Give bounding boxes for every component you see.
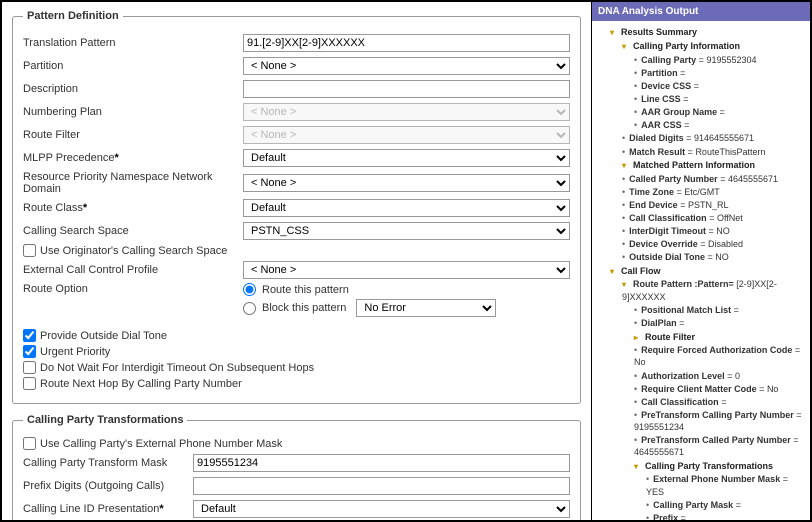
interdigit-timeout-kv: InterDigit Timeout = NO (622, 225, 804, 237)
route-filter-select[interactable]: < None > (243, 126, 570, 144)
route-next-hop-checkbox[interactable] (23, 377, 36, 390)
numbering-plan-label: Numbering Plan (23, 106, 243, 118)
route-option-label: Route Option (23, 283, 243, 295)
prefix-digits-label: Prefix Digits (Outgoing Calls) (23, 480, 193, 492)
block-this-pattern-label: Block this pattern (262, 302, 346, 314)
provide-outside-dial-tone-checkbox[interactable] (23, 329, 36, 342)
positional-match-kv: Positional Match List = (634, 304, 804, 316)
use-external-mask-checkbox[interactable] (23, 437, 36, 450)
external-phone-mask-kv: External Phone Number Mask = YES (646, 473, 804, 497)
device-override-kv: Device Override = Disabled (622, 238, 804, 250)
partition-select[interactable]: < None > (243, 57, 570, 75)
dialed-digits-kv: Dialed Digits = 914645555671 (622, 132, 804, 144)
dialplan-kv: DialPlan = (634, 317, 804, 329)
aar-css-kv: AAR CSS = (634, 119, 804, 131)
calling-party-kv: Calling Party = 9195552304 (634, 54, 804, 66)
call-classification2-kv: Call Classification = (634, 396, 804, 408)
route-filter-node[interactable]: Route Filter (645, 332, 695, 342)
calling-line-id-presentation-label: Calling Line ID Presentation* (23, 503, 193, 515)
require-client-matter-kv: Require Client Matter Code = No (634, 383, 804, 395)
translation-pattern-input[interactable] (243, 34, 570, 52)
transform-mask-input[interactable] (193, 454, 570, 472)
chevron-down-icon[interactable] (622, 40, 631, 53)
use-originator-css-label: Use Originator's Calling Search Space (40, 245, 227, 257)
mlpp-precedence-label: MLPP Precedence* (23, 152, 243, 164)
use-external-mask-label: Use Calling Party's External Phone Numbe… (40, 438, 282, 450)
resource-priority-select[interactable]: < None > (243, 174, 570, 192)
translation-pattern-label: Translation Pattern (23, 37, 243, 49)
provide-outside-dial-tone-label: Provide Outside Dial Tone (40, 330, 167, 342)
urgent-priority-checkbox[interactable] (23, 345, 36, 358)
calling-party-transformations-legend: Calling Party Transformations (23, 414, 187, 426)
authorization-level-kv: Authorization Level = 0 (634, 370, 804, 382)
route-class-label: Route Class* (23, 202, 243, 214)
time-zone-kv: Time Zone = Etc/GMT (622, 186, 804, 198)
block-this-pattern-radio[interactable] (243, 302, 256, 315)
aar-group-kv: AAR Group Name = (634, 106, 804, 118)
analysis-header: DNA Analysis Output (592, 2, 810, 21)
calling-line-id-presentation-select[interactable]: Default (193, 500, 570, 518)
partition-label: Partition (23, 60, 243, 72)
block-reason-select[interactable]: No Error (356, 299, 496, 317)
chevron-down-icon[interactable] (610, 265, 619, 278)
results-summary-node[interactable]: Results Summary (621, 27, 697, 37)
device-css-kv: Device CSS = (634, 80, 804, 92)
route-this-pattern-label: Route this pattern (262, 284, 349, 296)
external-call-control-select[interactable]: < None > (243, 261, 570, 279)
route-pattern-kv: Route Pattern :Pattern= [2-9]XX[2-9]XXXX… (622, 279, 777, 302)
external-call-control-label: External Call Control Profile (23, 264, 243, 276)
call-flow-node[interactable]: Call Flow (621, 266, 661, 276)
route-filter-label: Route Filter (23, 129, 243, 141)
chevron-down-icon[interactable] (622, 278, 631, 291)
calling-search-space-select[interactable]: PSTN_CSS (243, 222, 570, 240)
left-panel: Pattern Definition Translation Pattern P… (2, 2, 592, 520)
description-input[interactable] (243, 80, 570, 98)
calling-party-info-node[interactable]: Calling Party Information (633, 41, 740, 51)
chevron-down-icon[interactable] (622, 159, 631, 172)
chevron-down-icon[interactable] (634, 460, 643, 473)
transform-mask-label: Calling Party Transform Mask (23, 457, 193, 469)
matched-pattern-info-node[interactable]: Matched Pattern Information (633, 160, 755, 170)
analysis-tree: Results Summary Calling Party Informatio… (592, 21, 810, 520)
description-label: Description (23, 83, 243, 95)
route-next-hop-label: Route Next Hop By Calling Party Number (40, 378, 242, 390)
partition-kv: Partition = (634, 67, 804, 79)
chevron-down-icon[interactable] (610, 26, 619, 39)
outside-dial-tone-kv: Outside Dial Tone = NO (622, 251, 804, 263)
prefix-kv: Prefix = (646, 512, 804, 520)
called-party-number-kv: Called Party Number = 4645555671 (622, 173, 804, 185)
use-originator-css-checkbox[interactable] (23, 244, 36, 257)
pattern-definition-legend: Pattern Definition (23, 10, 123, 22)
calling-search-space-label: Calling Search Space (23, 225, 243, 237)
prefix-digits-input[interactable] (193, 477, 570, 495)
call-classification-kv: Call Classification = OffNet (622, 212, 804, 224)
route-this-pattern-radio[interactable] (243, 283, 256, 296)
analysis-panel: DNA Analysis Output Results Summary Call… (592, 2, 810, 520)
calling-party-transformations-fieldset: Calling Party Transformations Use Callin… (12, 414, 581, 520)
end-device-kv: End Device = PSTN_RL (622, 199, 804, 211)
match-result-kv: Match Result = RouteThisPattern (622, 146, 804, 158)
mlpp-precedence-select[interactable]: Default (243, 149, 570, 167)
calling-party-trans-node[interactable]: Calling Party Transformations (645, 461, 773, 471)
do-not-wait-interdigit-label: Do Not Wait For Interdigit Timeout On Su… (40, 362, 314, 374)
numbering-plan-select[interactable]: < None > (243, 103, 570, 121)
require-forced-auth-kv: Require Forced Authorization Code = No (634, 344, 804, 368)
pretransform-called-kv: PreTransform Called Party Number = 46455… (634, 434, 804, 458)
urgent-priority-label: Urgent Priority (40, 346, 110, 358)
chevron-right-icon[interactable] (634, 331, 643, 344)
route-class-select[interactable]: Default (243, 199, 570, 217)
pretransform-calling-kv: PreTransform Calling Party Number = 9195… (634, 409, 804, 433)
pattern-definition-fieldset: Pattern Definition Translation Pattern P… (12, 10, 581, 404)
line-css-kv: Line CSS = (634, 93, 804, 105)
do-not-wait-interdigit-checkbox[interactable] (23, 361, 36, 374)
calling-party-mask-kv: Calling Party Mask = (646, 499, 804, 511)
resource-priority-label: Resource Priority Namespace Network Doma… (23, 171, 243, 195)
